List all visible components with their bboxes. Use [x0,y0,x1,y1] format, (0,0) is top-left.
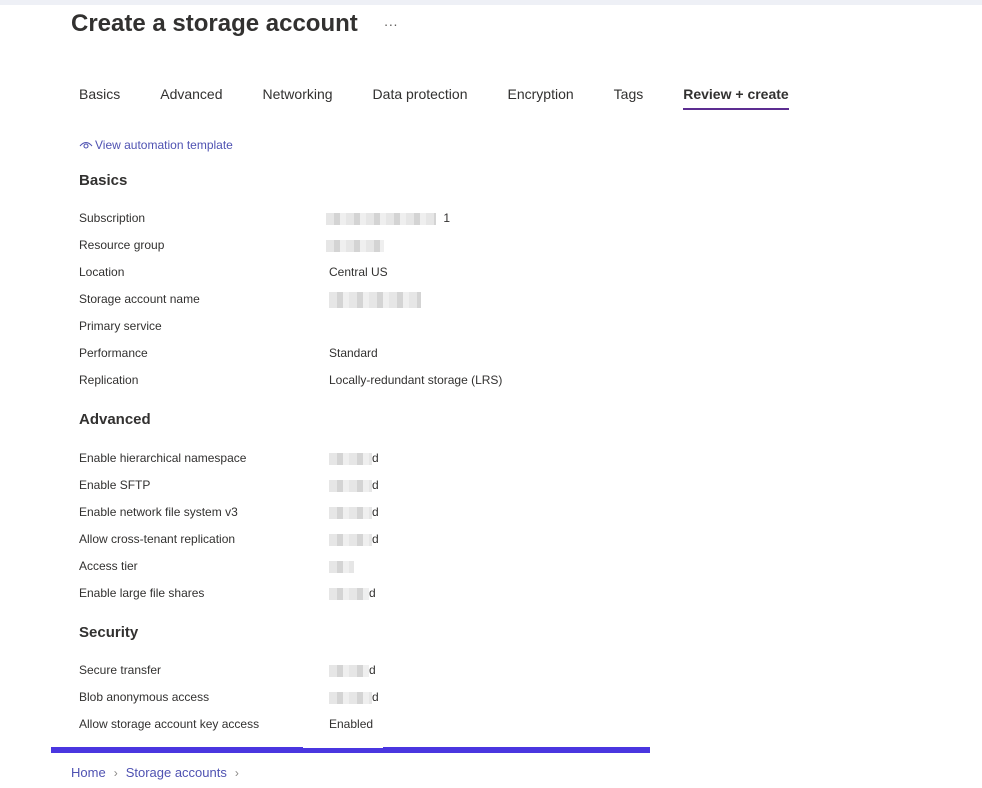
redacted-block [329,533,372,546]
row-value-text: Central US [329,265,388,277]
redacted-block [329,292,421,308]
row-value: 1 [326,211,450,225]
row-value-text: Enabled [329,717,374,731]
summary-row: Storage account name [79,292,639,312]
row-label: Access tier [79,559,138,573]
page-title: Create a storage account [71,10,358,37]
row-value-text: Locally-redundant storage (LRS) [329,373,503,387]
chevron-right-icon: › [234,765,239,780]
tab-tags[interactable]: Tags [614,86,644,110]
row-label: Enable hierarchical namespace [79,451,247,465]
summary-row: Resource group [79,238,639,258]
view-automation-template-link[interactable]: View automation template [79,138,233,152]
row-value-text: d [372,478,379,492]
row-label: Primary service [79,319,162,333]
row-value [329,292,421,308]
row-label: Secure transfer [79,663,162,677]
summary-row: Location Central US [79,265,639,285]
title-row: Create a storage account ··· [71,10,398,38]
summary-row: Allow cross-tenant replication d [79,532,639,552]
summary-row: Allow storage account key access Enabled [79,717,639,737]
row-label: Subscription [79,211,146,225]
breadcrumb-storage-accounts[interactable]: Storage accounts [126,765,227,780]
row-label: Resource group [79,238,165,252]
redacted-block [329,506,372,519]
row-value: d [329,663,376,677]
row-label: Enable SFTP [79,478,151,492]
row-value-text: d [372,451,379,465]
redacted-block [329,479,372,492]
redacted-block [329,452,372,465]
summary-row: Access tier [79,559,639,579]
row-value: d [329,451,379,465]
row-value-text: d [369,586,376,600]
more-options-button[interactable]: ··· [384,17,398,31]
tab-advanced[interactable]: Advanced [160,86,222,110]
section-heading-advanced: Advanced [79,411,151,428]
redacted-block [329,587,369,600]
row-label: Enable large file shares [79,586,205,600]
row-value: d [329,505,379,519]
summary-row: Secure transfer d [79,663,639,683]
tab-networking[interactable]: Networking [263,86,333,110]
view-automation-template-label: View automation template [95,138,233,152]
tab-data-protection[interactable]: Data protection [373,86,468,110]
summary-row: Enable hierarchical namespace d [79,451,639,471]
redacted-block [329,664,369,677]
row-value [326,238,384,252]
row-value-text: 1 [443,211,451,225]
row-value: d [329,478,379,492]
row-label: Storage account name [79,292,200,306]
redacted-block [326,212,436,225]
row-value [329,559,354,573]
summary-row: Replication Locally-redundant storage (L… [79,373,639,393]
section-heading-security: Security [79,624,139,641]
tab-review-create[interactable]: Review + create [683,86,790,110]
eye-icon [79,141,93,149]
summary-row: Primary service [79,319,639,339]
chevron-right-icon: › [113,765,118,780]
summary-row: Enable network file system v3 d [79,505,639,525]
row-label: Location [79,265,125,279]
row-value-text: d [372,532,379,546]
section-heading-basics: Basics [79,172,128,189]
row-value: d [329,690,379,704]
row-label: Allow cross-tenant replication [79,532,236,546]
wizard-tabs: Basics Advanced Networking Data protecti… [79,86,790,110]
summary-row: Enable large file shares d [79,586,639,606]
top-strip [0,0,982,5]
summary-row: Blob anonymous access d [79,690,639,710]
bottom-bar-gap [303,745,383,748]
summary-row: Enable SFTP d [79,478,639,498]
breadcrumb: Home › Storage accounts › [71,765,247,780]
row-value-text: Standard [329,346,378,360]
row-label: Blob anonymous access [79,690,210,704]
redacted-block [329,691,372,704]
tab-basics[interactable]: Basics [79,86,120,110]
redacted-block [329,560,354,573]
row-label: Performance [79,346,148,360]
row-label: Allow storage account key access [79,717,260,731]
redacted-block [326,239,384,252]
row-value-text: d [369,663,376,677]
row-label: Replication [79,373,139,387]
row-value: d [329,586,376,600]
tab-encryption[interactable]: Encryption [508,86,574,110]
row-value-text: d [372,505,379,519]
summary-row: Performance Standard [79,346,639,366]
row-label: Enable network file system v3 [79,505,238,519]
summary-row: Subscription 1 [79,211,639,231]
row-value-text: d [372,690,379,704]
breadcrumb-home[interactable]: Home [71,765,106,780]
row-value: d [329,532,379,546]
